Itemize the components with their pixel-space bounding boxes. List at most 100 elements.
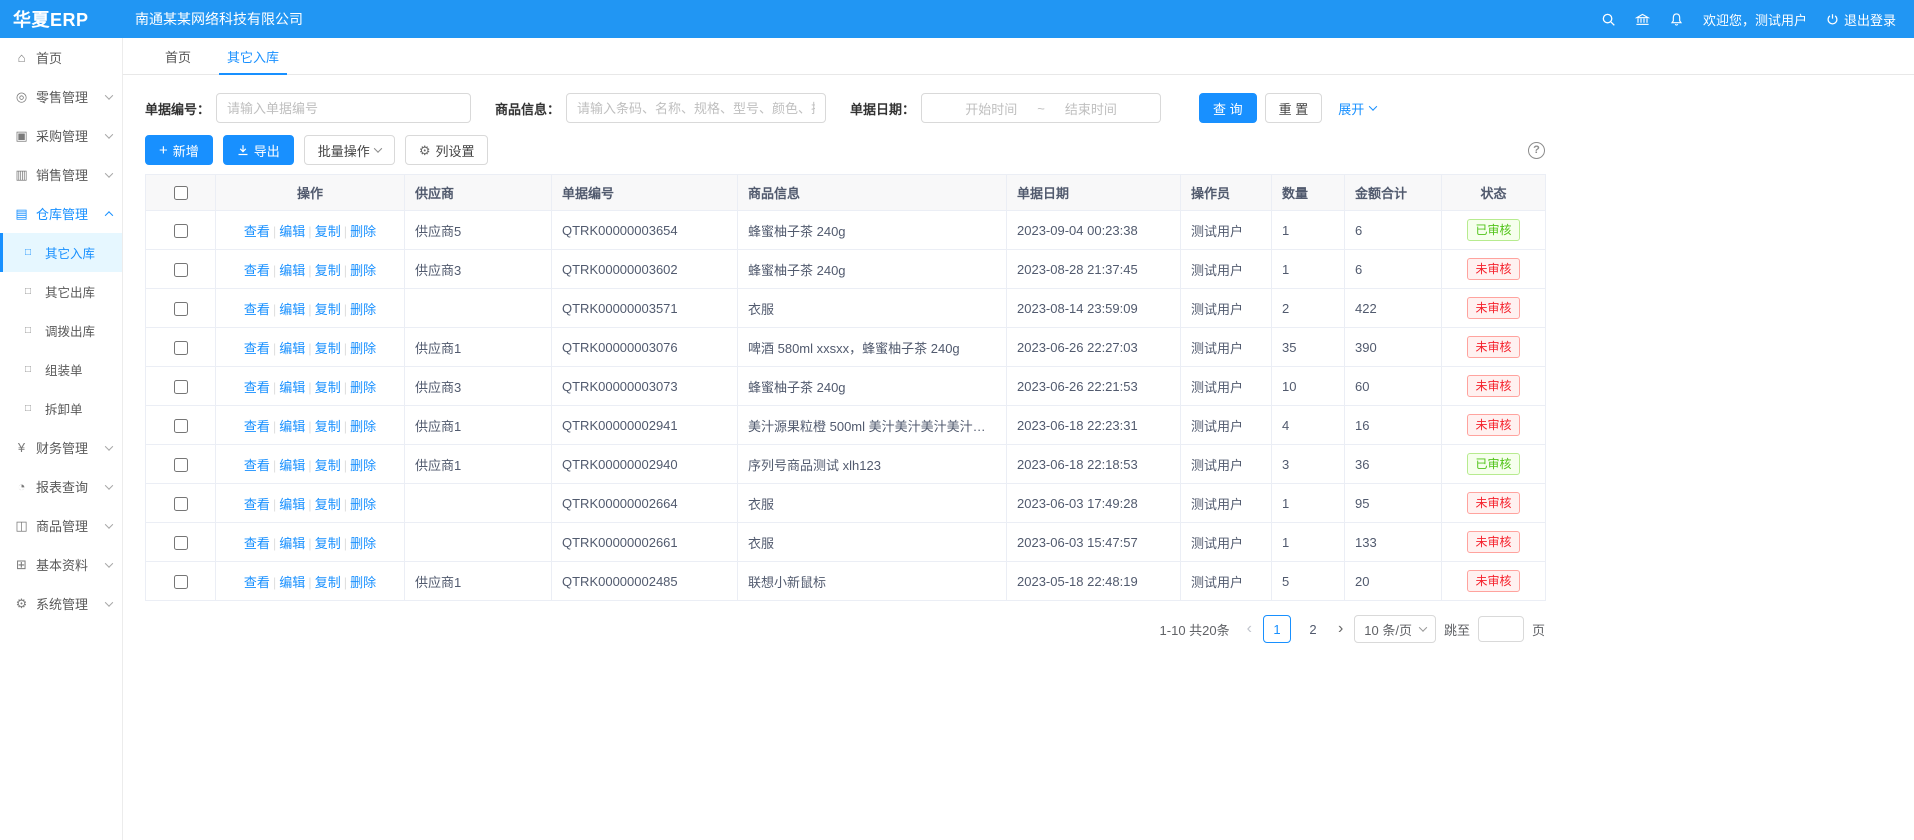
delete-link[interactable]: 删除 [350, 224, 376, 239]
page-button-1[interactable]: 1 [1263, 615, 1291, 643]
sidebar-item-sales[interactable]: ▥销售管理 [0, 155, 122, 194]
row-checkbox[interactable] [174, 224, 188, 238]
sidebar-item-warehouse[interactable]: ▤仓库管理 [0, 194, 122, 233]
row-checkbox[interactable] [174, 536, 188, 550]
delete-link[interactable]: 删除 [350, 419, 376, 434]
view-link[interactable]: 查看 [244, 497, 270, 512]
search-button[interactable]: 查 询 [1199, 93, 1257, 123]
edit-link[interactable]: 编辑 [279, 419, 305, 434]
logout-button[interactable]: 退出登录 [1826, 10, 1896, 29]
copy-link[interactable]: 复制 [315, 458, 341, 473]
column-settings-button[interactable]: ⚙ 列设置 [405, 135, 489, 165]
row-checkbox[interactable] [174, 263, 188, 277]
delete-link[interactable]: 删除 [350, 380, 376, 395]
copy-link[interactable]: 复制 [315, 224, 341, 239]
sidebar-item-retail[interactable]: ◎零售管理 [0, 77, 122, 116]
cell-status: 未审核 [1442, 562, 1546, 601]
view-link[interactable]: 查看 [244, 302, 270, 317]
bell-icon[interactable] [1669, 12, 1684, 27]
row-checkbox[interactable] [174, 302, 188, 316]
edit-link[interactable]: 编辑 [279, 497, 305, 512]
view-link[interactable]: 查看 [244, 341, 270, 356]
sidebar-item-label: 销售管理 [36, 165, 88, 184]
chevron-down-icon [1419, 623, 1427, 631]
row-checkbox[interactable] [174, 497, 188, 511]
bank-icon[interactable] [1635, 12, 1650, 27]
delete-link[interactable]: 删除 [350, 458, 376, 473]
sidebar-subitem-disassembly[interactable]: □拆卸单 [0, 389, 122, 428]
delete-link[interactable]: 删除 [350, 263, 376, 278]
edit-link[interactable]: 编辑 [279, 458, 305, 473]
view-link[interactable]: 查看 [244, 224, 270, 239]
product-info-input[interactable] [566, 93, 826, 123]
view-link[interactable]: 查看 [244, 380, 270, 395]
copy-link[interactable]: 复制 [315, 419, 341, 434]
jump-page-input[interactable] [1478, 616, 1524, 642]
help-icon[interactable]: ? [1528, 142, 1545, 159]
search-icon[interactable] [1601, 12, 1616, 27]
app-logo[interactable]: 华夏ERP [0, 6, 123, 32]
edit-link[interactable]: 编辑 [279, 302, 305, 317]
edit-link[interactable]: 编辑 [279, 575, 305, 590]
delete-link[interactable]: 删除 [350, 497, 376, 512]
prev-page-button[interactable]: ‹ [1244, 621, 1255, 637]
reset-button[interactable]: 重 置 [1265, 93, 1323, 123]
copy-link[interactable]: 复制 [315, 302, 341, 317]
select-all-checkbox[interactable] [174, 186, 188, 200]
edit-link[interactable]: 编辑 [279, 263, 305, 278]
sidebar-item-home[interactable]: ⌂首页 [0, 38, 122, 77]
sidebar-item-purchase[interactable]: ▣采购管理 [0, 116, 122, 155]
sidebar-item-report[interactable]: ◔报表查询 [0, 467, 122, 506]
row-checkbox[interactable] [174, 341, 188, 355]
copy-link[interactable]: 复制 [315, 341, 341, 356]
edit-link[interactable]: 编辑 [279, 380, 305, 395]
sidebar-item-finance[interactable]: ¥财务管理 [0, 428, 122, 467]
delete-link[interactable]: 删除 [350, 575, 376, 590]
row-checkbox[interactable] [174, 458, 188, 472]
sidebar-subitem-other-inbound[interactable]: □其它入库 [0, 233, 122, 272]
view-link[interactable]: 查看 [244, 458, 270, 473]
sidebar-subitem-transfer-outbound[interactable]: □调拨出库 [0, 311, 122, 350]
view-link[interactable]: 查看 [244, 263, 270, 278]
next-page-button[interactable]: › [1335, 621, 1346, 637]
export-button[interactable]: 导出 [223, 135, 294, 165]
edit-link[interactable]: 编辑 [279, 341, 305, 356]
sidebar-item-product[interactable]: ◫商品管理 [0, 506, 122, 545]
sidebar-subitem-other-outbound[interactable]: □其它出库 [0, 272, 122, 311]
delete-link[interactable]: 删除 [350, 341, 376, 356]
view-link[interactable]: 查看 [244, 419, 270, 434]
cell-date: 2023-06-18 22:18:53 [1007, 445, 1181, 484]
page-size-select[interactable]: 10 条/页 [1354, 615, 1436, 643]
sidebar-item-basic[interactable]: ⊞基本资料 [0, 545, 122, 584]
sidebar-item-label: 系统管理 [36, 594, 88, 613]
cell-actions: 查看|编辑|复制|删除 [216, 367, 405, 406]
batch-operations-button[interactable]: 批量操作 [304, 135, 395, 165]
bill-no-input[interactable] [216, 93, 471, 123]
copy-link[interactable]: 复制 [315, 575, 341, 590]
add-button[interactable]: + 新增 [145, 135, 213, 165]
copy-link[interactable]: 复制 [315, 380, 341, 395]
sidebar-item-system[interactable]: ⚙系统管理 [0, 584, 122, 623]
edit-link[interactable]: 编辑 [279, 224, 305, 239]
tab-other-inbound[interactable]: 其它入库 [209, 38, 297, 74]
copy-link[interactable]: 复制 [315, 497, 341, 512]
delete-link[interactable]: 删除 [350, 302, 376, 317]
tab-home[interactable]: 首页 [147, 38, 209, 74]
sidebar-subitem-assembly[interactable]: □组装单 [0, 350, 122, 389]
action-separator: | [308, 302, 311, 317]
copy-link[interactable]: 复制 [315, 263, 341, 278]
view-link[interactable]: 查看 [244, 536, 270, 551]
date-range-picker[interactable]: 开始时间 ~ 结束时间 [921, 93, 1161, 123]
delete-link[interactable]: 删除 [350, 536, 376, 551]
sidebar-item-label: 零售管理 [36, 87, 88, 106]
row-checkbox[interactable] [174, 380, 188, 394]
copy-link[interactable]: 复制 [315, 536, 341, 551]
row-checkbox[interactable] [174, 419, 188, 433]
table-row: 查看|编辑|复制|删除供应商1QTRK00000003076啤酒 580ml x… [146, 328, 1546, 367]
edit-link[interactable]: 编辑 [279, 536, 305, 551]
row-checkbox[interactable] [174, 575, 188, 589]
expand-toggle[interactable]: 展开 [1338, 99, 1376, 118]
view-link[interactable]: 查看 [244, 575, 270, 590]
page-button-2[interactable]: 2 [1299, 615, 1327, 643]
cell-operator: 测试用户 [1181, 406, 1272, 445]
